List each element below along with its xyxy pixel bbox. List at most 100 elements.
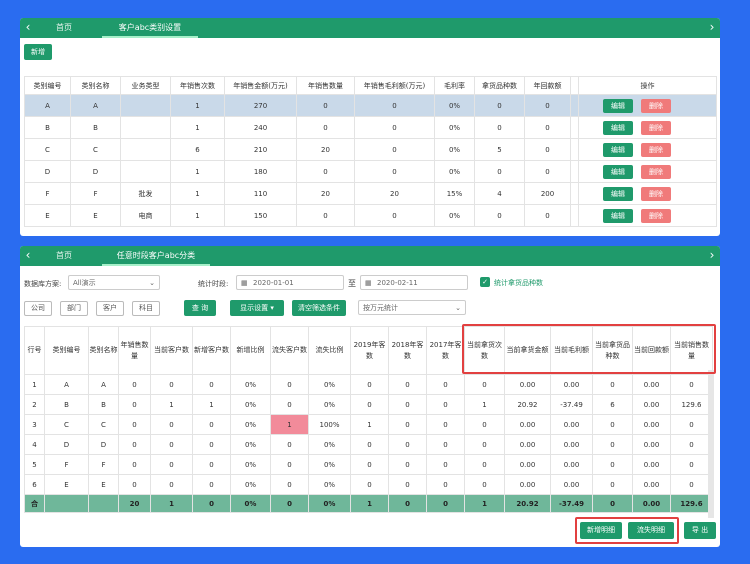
table-cell: 0 [354,204,435,227]
delete-button[interactable]: 删除 [641,209,671,223]
table-cell: 0% [308,394,351,415]
total-cell: 合 [24,494,45,513]
table-row[interactable]: 4 D D 0 0 0 0% 0 0% 0 0 0 0 0.00 0.00 0 0.00 0 [24,434,713,455]
export-button[interactable]: 导 出 [684,522,716,539]
table-cell: 0 [524,94,571,117]
table-cell: 180 [224,160,297,183]
table-cell: 0 [350,474,389,495]
spacer-cell [570,182,579,205]
table-cell: 20.92 [504,394,551,415]
table-cell: 0 [150,474,193,495]
chevron-left-icon[interactable]: ‹ [22,246,34,266]
total-cell: 20.92 [504,494,551,513]
col-header: 类别名称 [70,76,121,95]
col-header: 年销售数量 [296,76,355,95]
actions-cell: 编辑 删除 [578,116,717,139]
edit-button[interactable]: 编辑 [603,209,633,223]
lost-detail-button[interactable]: 流失明细 [628,522,674,539]
table-cell: 0 [426,454,465,475]
table-row[interactable]: E E 电商 1 150 0 0 0% 0 0 编辑 删除 [24,204,717,227]
chevron-right-icon[interactable]: › [706,18,718,38]
table-cell: 0% [230,394,271,415]
table-cell: 0 [118,414,151,435]
edit-button[interactable]: 编辑 [603,143,633,157]
table-cell: 1 [170,116,225,139]
unit-select[interactable]: 按万元统计 ⌄ [358,300,466,315]
tab-category-settings[interactable]: 客户abc类别设置 [102,18,198,38]
total-cell: 1 [350,494,389,513]
table-cell: 0% [230,454,271,475]
table-cell: 3 [24,414,45,435]
delete-button[interactable]: 删除 [641,187,671,201]
tab-abc-analysis[interactable]: 任意时段客户abc分类 [102,246,210,266]
table-row[interactable]: D D 1 180 0 0 0% 0 0 编辑 删除 [24,160,717,183]
date-to-value: 2020-02-11 [377,279,418,287]
table-row[interactable]: 6 E E 0 0 0 0% 0 0% 0 0 0 0 0.00 0.00 0 0.00 0 [24,474,713,495]
total-cell: 0.00 [632,494,671,513]
stat-variety-checkbox[interactable]: ✓ [480,277,490,287]
table-row[interactable]: A A 1 270 0 0 0% 0 0 编辑 删除 [24,94,717,117]
edit-button[interactable]: 编辑 [603,121,633,135]
add-button[interactable]: 新增 [24,44,52,60]
col-header: 类别名称 [88,326,119,375]
table-row[interactable]: 2 B B 0 1 1 0% 0 0% 0 0 0 1 20.92 -37.49 6 0.00 129.6 [24,394,713,415]
actions-cell: 编辑 删除 [578,160,717,183]
spacer-cell [570,160,579,183]
tab-home[interactable]: 首页 [44,246,84,266]
table-cell: 0 [524,160,571,183]
col-header: 2019年客数 [350,326,389,375]
table-cell: 0% [434,160,475,183]
table-cell: 0 [350,434,389,455]
table-cell: C [70,138,121,161]
col-header: 类别编号 [44,326,89,375]
scheme-select[interactable]: All演示 ⌄ [68,275,160,290]
dim-department-button[interactable]: 部门 [60,301,88,316]
chevron-left-icon[interactable]: ‹ [22,18,34,38]
table-cell: D [70,160,121,183]
display-settings-button[interactable]: 显示设置 ▾ [230,300,284,316]
table-cell: 20 [354,182,435,205]
table-cell: 0% [308,374,351,395]
col-header: 年销售数量 [118,326,151,375]
total-cell: 0% [308,494,351,513]
delete-button[interactable]: 删除 [641,121,671,135]
table-row[interactable]: 3 C C 0 0 0 0% 1 100% 1 0 0 0 0.00 0.00 0 0.00 0 [24,414,713,435]
edit-button[interactable]: 编辑 [603,99,633,113]
date-separator: 至 [348,279,356,288]
table-cell [120,138,171,161]
table-cell: E [24,204,71,227]
chevron-right-icon[interactable]: › [706,246,718,266]
table-cell: 15% [434,182,475,205]
table-cell: 0.00 [550,434,593,455]
table-row[interactable]: 1 A A 0 0 0 0% 0 0% 0 0 0 0 0.00 0.00 0 0.00 0 [24,374,713,395]
date-to-input[interactable]: ▦ 2020-02-11 [360,275,468,290]
table-cell: 0 [150,454,193,475]
table-cell: 0% [434,116,475,139]
date-from-input[interactable]: ▦ 2020-01-01 [236,275,344,290]
delete-button[interactable]: 删除 [641,165,671,179]
query-button[interactable]: 查 询 [184,300,216,316]
table-cell [120,160,171,183]
table-cell: 0% [434,94,475,117]
tab-home[interactable]: 首页 [44,18,84,38]
table-row[interactable]: 5 F F 0 0 0 0% 0 0% 0 0 0 0 0.00 0.00 0 0.00 0 [24,454,713,475]
table-cell: 20 [296,182,355,205]
dim-customer-button[interactable]: 客户 [96,301,124,316]
table-cell: 1 [150,394,193,415]
delete-button[interactable]: 删除 [641,99,671,113]
edit-button[interactable]: 编辑 [603,187,633,201]
col-header: 业务类型 [120,76,171,95]
spacer-cell [570,94,579,117]
dim-company-button[interactable]: 公司 [24,301,52,316]
table-cell: -37.49 [550,394,593,415]
edit-button[interactable]: 编辑 [603,165,633,179]
clear-filter-button[interactable]: 清空筛选条件 [292,300,346,316]
table-row[interactable]: F F 批发 1 110 20 20 15% 4 200 编辑 删除 [24,182,717,205]
vertical-scrollbar[interactable] [708,370,714,518]
new-detail-button[interactable]: 新增明细 [580,522,622,539]
delete-button[interactable]: 删除 [641,143,671,157]
dim-account-button[interactable]: 科目 [132,301,160,316]
total-row: 合 20 1 0 0% 0 0% 1 0 0 1 20.92 -37.49 0 0.00 129.6 [24,494,713,513]
table-row[interactable]: C C 6 210 20 0 0% 5 0 编辑 删除 [24,138,717,161]
table-row[interactable]: B B 1 240 0 0 0% 0 0 编辑 删除 [24,116,717,139]
